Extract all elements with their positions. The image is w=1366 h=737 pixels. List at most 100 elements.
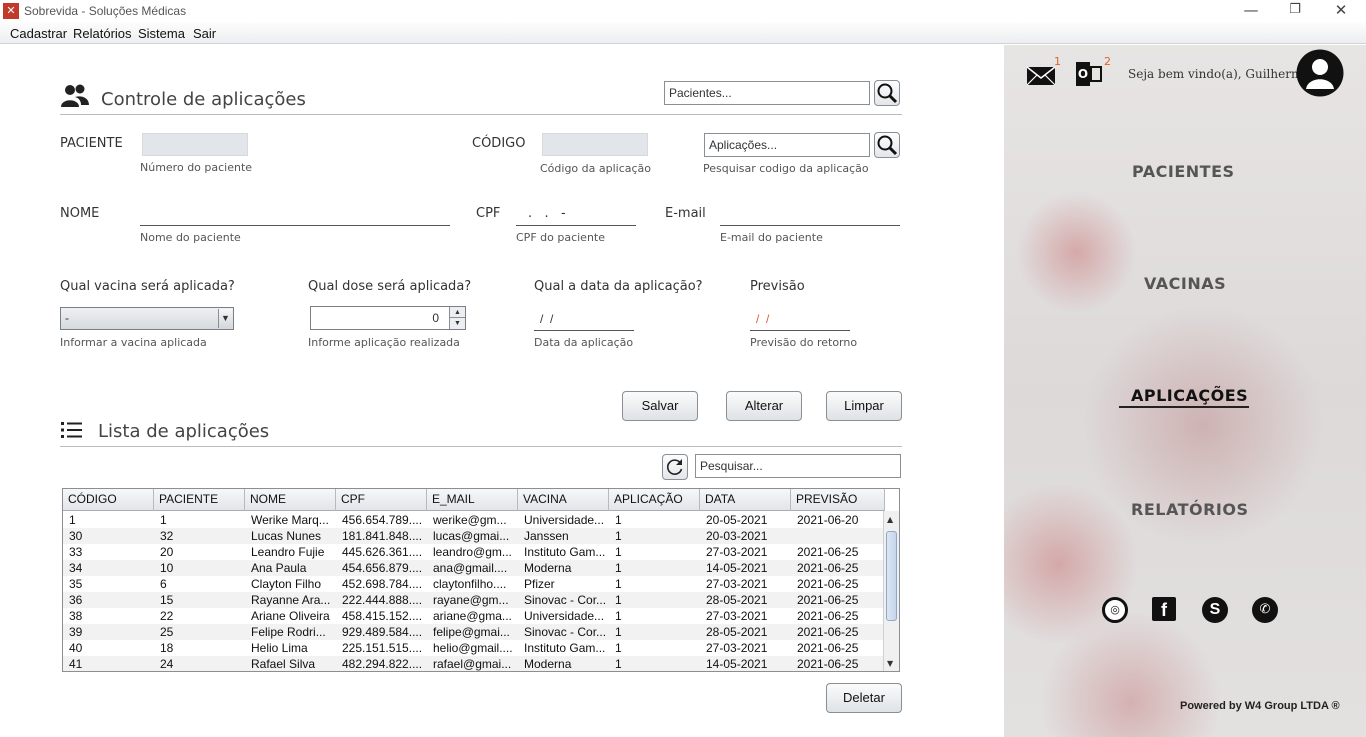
table-cell: Universidade... bbox=[524, 609, 605, 623]
dose-stepper[interactable]: 0 ▲ ▼ bbox=[310, 306, 466, 330]
title-bar: ✕ Sobrevida - Soluções Médicas — ❐ ✕ bbox=[0, 0, 1366, 22]
table-cell: 27-03-2021 bbox=[706, 641, 768, 655]
nav-relatorios[interactable]: RELATÓRIOS bbox=[1131, 500, 1249, 519]
table-row[interactable]: 39 25 Felipe Rodri... 929.489.584.... felipe… bbox=[63, 624, 885, 640]
nav-aplicacoes[interactable]: APLICAÇÕES bbox=[1131, 386, 1248, 405]
minimize-button[interactable]: — bbox=[1228, 0, 1274, 22]
search-list-input[interactable]: Pesquisar... bbox=[695, 454, 901, 478]
table-cell: 1 bbox=[615, 641, 622, 655]
menu-cadastrar[interactable]: Cadastrar bbox=[10, 26, 67, 41]
nav-pacientes[interactable]: PACIENTES bbox=[1132, 162, 1235, 181]
menu-sair[interactable]: Sair bbox=[193, 26, 216, 41]
table-cell: 2021-06-25 bbox=[797, 641, 859, 655]
avatar[interactable] bbox=[1296, 49, 1344, 97]
stepper-up-icon[interactable]: ▲ bbox=[449, 307, 465, 318]
data-aplicacao-input[interactable]: / / bbox=[534, 309, 634, 331]
scroll-up-icon[interactable]: ▲ bbox=[887, 515, 893, 524]
scroll-down-icon[interactable]: ▼ bbox=[887, 659, 893, 668]
column-header[interactable]: DATA bbox=[700, 489, 791, 511]
data-question: Qual a data da aplicação? bbox=[534, 279, 703, 294]
nome-hint: Nome do paciente bbox=[140, 231, 241, 244]
column-header[interactable]: CPF bbox=[336, 489, 427, 511]
scroll-thumb[interactable] bbox=[886, 531, 897, 621]
cpf-input[interactable]: . . - bbox=[516, 204, 636, 226]
refresh-icon bbox=[666, 459, 683, 475]
table-row[interactable]: 34 10 Ana Paula 454.656.879.... ana@gmail...… bbox=[63, 560, 885, 576]
restore-button[interactable]: ❐ bbox=[1272, 0, 1318, 22]
mail-icon[interactable] bbox=[1026, 65, 1056, 87]
close-window-button[interactable]: ✕ bbox=[1318, 0, 1364, 22]
nav-vacinas[interactable]: VACINAS bbox=[1144, 274, 1226, 293]
aplicacoes-table[interactable]: CÓDIGO PACIENTE NOME CPF E_MAIL VACINA APLICAÇ… bbox=[62, 488, 900, 672]
table-cell: 20-05-2021 bbox=[706, 513, 768, 527]
stepper-down-icon[interactable]: ▼ bbox=[449, 318, 465, 329]
salvar-button[interactable]: Salvar bbox=[622, 391, 698, 421]
table-cell: ana@gmail.... bbox=[433, 561, 508, 575]
table-cell: 445.626.361.... bbox=[342, 545, 423, 559]
table-cell: 32 bbox=[160, 529, 174, 543]
column-header[interactable]: CÓDIGO bbox=[63, 489, 154, 511]
table-cell: 14-05-2021 bbox=[706, 561, 768, 575]
table-cell: Rayanne Ara... bbox=[251, 593, 331, 607]
table-row[interactable]: 41 24 Rafael Silva 482.294.822.... rafael@gm… bbox=[63, 656, 885, 671]
search-pacientes-button[interactable] bbox=[874, 80, 900, 106]
list-title: Lista de aplicações bbox=[98, 421, 270, 442]
outlook-badge: 2 bbox=[1104, 55, 1111, 68]
search-aplicacoes-button[interactable] bbox=[874, 132, 900, 158]
main-panel: Controle de aplicações Pacientes... PACI… bbox=[0, 45, 1004, 737]
search-aplicacoes-input[interactable]: Aplicações... bbox=[704, 133, 870, 157]
table-row[interactable]: 30 32 Lucas Nunes 181.841.848.... lucas@gmai… bbox=[63, 528, 885, 544]
table-cell: 18 bbox=[160, 641, 174, 655]
table-cell: Janssen bbox=[524, 529, 569, 543]
facebook-icon[interactable]: f bbox=[1152, 597, 1176, 621]
previsao-input[interactable]: / / bbox=[750, 309, 850, 331]
outlook-icon[interactable]: O bbox=[1076, 62, 1102, 86]
email-input[interactable] bbox=[720, 204, 900, 226]
table-cell: 929.489.584.... bbox=[342, 625, 423, 639]
alterar-button[interactable]: Alterar bbox=[726, 391, 802, 421]
column-header[interactable]: NOME bbox=[245, 489, 336, 511]
table-cell: Moderna bbox=[524, 657, 572, 671]
deletar-button[interactable]: Deletar bbox=[826, 683, 902, 713]
vacina-select[interactable]: - ▼ bbox=[60, 307, 234, 330]
column-header[interactable]: VACINA bbox=[518, 489, 609, 511]
table-cell: 1 bbox=[615, 609, 622, 623]
menu-sistema[interactable]: Sistema bbox=[138, 26, 185, 41]
table-row[interactable]: 38 22 Ariane Oliveira 458.415.152.... ariane… bbox=[63, 608, 885, 624]
page-title: Controle de aplicações bbox=[101, 89, 306, 110]
table-cell: rayane@gm... bbox=[433, 593, 509, 607]
table-cell: 1 bbox=[615, 529, 622, 543]
column-header[interactable]: PACIENTE bbox=[154, 489, 245, 511]
limpar-button[interactable]: Limpar bbox=[826, 391, 902, 421]
skype-icon[interactable]: S bbox=[1202, 597, 1228, 623]
previsao-label: Previsão bbox=[750, 279, 805, 294]
table-cell: 14-05-2021 bbox=[706, 657, 768, 671]
table-cell: 1 bbox=[615, 561, 622, 575]
instagram-icon[interactable]: ◎ bbox=[1102, 597, 1128, 623]
table-cell: Werike Marq... bbox=[251, 513, 329, 527]
table-row[interactable]: 35 6 Clayton Filho 452.698.784.... claytonfi… bbox=[63, 576, 885, 592]
cpf-label: CPF bbox=[476, 206, 501, 221]
table-cell: 25 bbox=[160, 625, 174, 639]
refresh-button[interactable] bbox=[662, 454, 688, 480]
list-divider bbox=[60, 446, 902, 447]
table-row[interactable]: 36 15 Rayanne Ara... 222.444.888.... rayane@… bbox=[63, 592, 885, 608]
table-row[interactable]: 33 20 Leandro Fujie 445.626.361.... leandro@… bbox=[63, 544, 885, 560]
table-cell: Ana Paula bbox=[251, 561, 307, 575]
codigo-field bbox=[542, 133, 648, 156]
search-pacientes-input[interactable]: Pacientes... bbox=[664, 81, 870, 105]
table-row[interactable]: 1 1 Werike Marq... 456.654.789.... werike@gm… bbox=[63, 512, 885, 528]
column-header[interactable]: APLICAÇÃO bbox=[609, 489, 700, 511]
table-cell: 458.415.152.... bbox=[342, 609, 423, 623]
table-row[interactable]: 40 18 Helio Lima 225.151.515.... helio@gmail… bbox=[63, 640, 885, 656]
dose-hint: Informe aplicação realizada bbox=[308, 336, 460, 349]
column-header[interactable]: E_MAIL bbox=[427, 489, 518, 511]
vertical-scrollbar[interactable]: ▲ ▼ bbox=[883, 511, 899, 671]
table-cell: ariane@gma... bbox=[433, 609, 512, 623]
whatsapp-icon[interactable]: ✆ bbox=[1252, 597, 1278, 623]
nome-input[interactable] bbox=[140, 204, 450, 226]
table-cell: 30 bbox=[69, 529, 83, 543]
table-cell: 34 bbox=[69, 561, 83, 575]
menu-relatorios[interactable]: Relatórios bbox=[73, 26, 132, 41]
column-header[interactable]: PREVISÃO bbox=[791, 489, 885, 511]
